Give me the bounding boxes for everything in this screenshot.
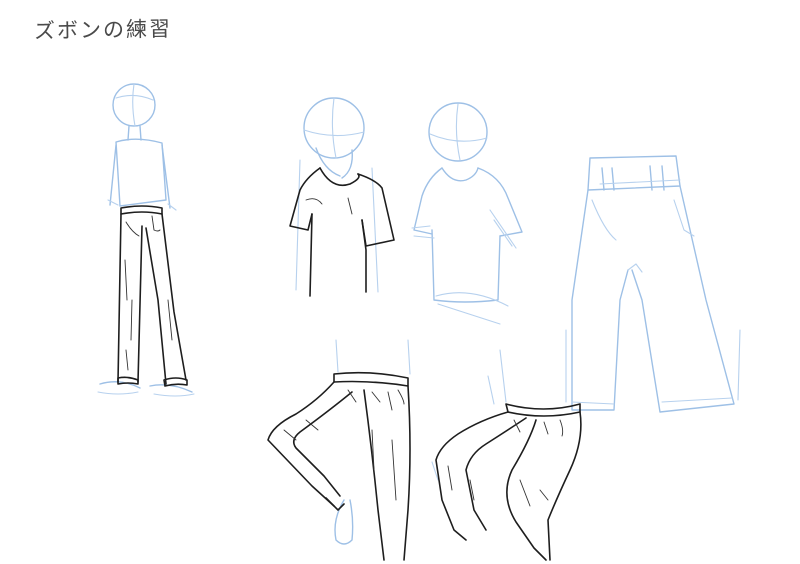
tshirt-figure-light [411,102,523,325]
pants-sketch-light [565,155,741,413]
tshirt-ink [289,167,395,297]
standing-figure [97,83,195,397]
pants-seated-pose [431,349,582,561]
tshirt-figure-light-sketch [411,102,523,325]
tshirt-figure-dark [289,97,395,297]
drawing-layer [97,83,741,561]
standing-figure-pants-ink [117,205,188,387]
sketch-canvas: ズボンの練習 [0,0,800,564]
standing-figure-rough-sketch [97,83,195,397]
pants-raised-knee [267,339,411,561]
